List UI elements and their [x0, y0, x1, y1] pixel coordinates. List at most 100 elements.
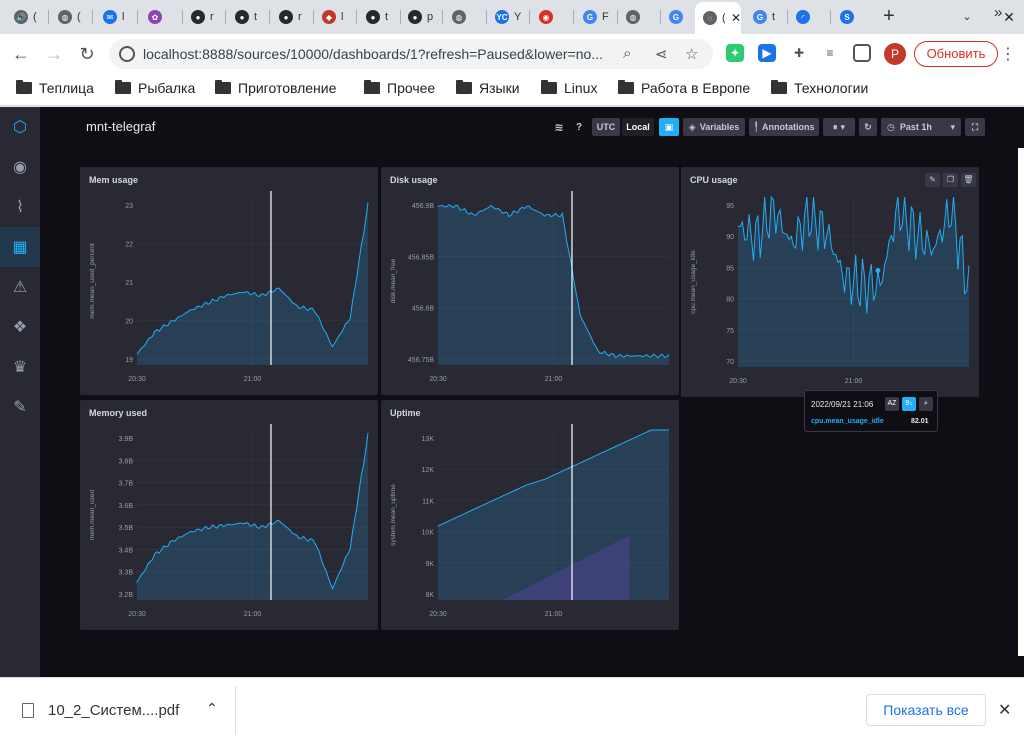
github-icon: ● — [279, 10, 293, 24]
cell-cpu-usage[interactable]: 95 90 85 80 75 70 20:30 21:00 cpu.mean_usage_idl… — [681, 167, 979, 397]
bookmark-folder[interactable]: Приготовление — [215, 80, 336, 96]
bookmark-folder[interactable]: Языки — [456, 80, 520, 96]
database-icon[interactable]: ≋ — [552, 118, 566, 136]
delete-icon[interactable]: 🗑 — [961, 173, 976, 187]
browser-tab[interactable]: ✉ l — [95, 4, 135, 30]
browser-tab[interactable]: ● r — [271, 4, 311, 30]
dashboard-header: mnt-telegraf ≋ ? UTC Local ▣ ◈ Variables … — [40, 107, 1024, 147]
add-cell-icon[interactable]: ▣ — [659, 118, 679, 136]
y-tick-label: 456.75B — [408, 357, 434, 364]
browser-tab[interactable]: ◉ — [531, 4, 571, 30]
alert-triangle-icon[interactable]: ⚠ — [0, 267, 40, 307]
annotations-button[interactable]: ╿ Annotations — [749, 118, 819, 136]
help-icon[interactable]: ? — [572, 118, 586, 136]
close-tab-icon[interactable]: ✕ — [731, 11, 741, 25]
browser-tab[interactable]: GF — [575, 4, 615, 30]
browser-tab[interactable]: ◆ l — [314, 4, 354, 30]
zoom-icon[interactable]: ⌕ — [623, 45, 631, 62]
address-bar[interactable]: localhost:8888/sources/10000/dashboards/… — [109, 39, 713, 69]
cubes-icon[interactable]: ❖ — [0, 307, 40, 347]
download-file-name[interactable]: 10_2_Систем....pdf — [48, 702, 179, 719]
edit-icon[interactable]: ✎ — [925, 173, 940, 187]
extensions-puzzle-icon[interactable]: ✚ — [790, 44, 808, 62]
y-tick-label: 10K — [422, 530, 435, 537]
share-icon[interactable]: ⋖ — [655, 45, 668, 63]
y-tick-label: 80 — [726, 297, 734, 304]
dashboard-name[interactable]: mnt-telegraf — [86, 119, 155, 134]
browser-tab[interactable]: ◌ (✕ — [695, 2, 741, 34]
update-button[interactable]: Обновить — [914, 41, 998, 67]
cell-memory-used[interactable]: 3.9B 3.8B 3.7B 3.6B 3.5B 3.4B 3.3B 3.2B 20:30 21:… — [80, 400, 378, 630]
reload-button[interactable]: ↻ — [74, 42, 100, 68]
new-tab-button[interactable]: + — [877, 5, 901, 29]
browser-tab[interactable]: YC Y — [487, 4, 527, 30]
refresh-icon[interactable]: ↻ — [859, 118, 877, 136]
bookmark-label: Языки — [479, 80, 520, 96]
extension-icon[interactable]: ✦ — [726, 44, 744, 62]
browser-tab[interactable]: ● t — [227, 4, 267, 30]
url-text[interactable]: localhost:8888/sources/10000/dashboards/… — [143, 46, 603, 62]
autorefresh-dropdown[interactable]: ⏸ ▾ — [823, 118, 855, 136]
bookmarks-overflow-icon[interactable]: » — [994, 4, 1002, 21]
cell-mem-usage[interactable]: 23 22 21 20 19 20:30 21:00 mem.mean_used_percen… — [80, 167, 378, 395]
meet-extension-icon[interactable]: ▶ — [758, 44, 776, 62]
bookmark-folder[interactable]: Технологии — [771, 80, 868, 96]
browser-tab[interactable]: ◍ — [444, 4, 484, 30]
side-panel-icon[interactable] — [853, 44, 871, 62]
show-all-downloads-button[interactable]: Показать все — [866, 694, 986, 726]
tab-search-button[interactable]: ⌄ — [956, 6, 978, 28]
tab-separator — [573, 10, 574, 24]
eye-icon[interactable]: ◉ — [0, 147, 40, 187]
browser-tab[interactable]: ● p — [400, 4, 440, 30]
bookmark-folder[interactable]: Теплица — [16, 80, 94, 96]
clone-icon[interactable]: ❐ — [943, 173, 958, 187]
cell-uptime[interactable]: 13K 12K 11K 10K 9K 8K 20:30 21:00 system.mean_up… — [381, 400, 679, 630]
sort-numeric-button[interactable]: 9↓ — [902, 397, 916, 411]
bookmark-folder[interactable]: Работа в Европе — [618, 80, 750, 96]
x-tick-label: 21:00 — [545, 376, 563, 383]
presentation-mode-icon[interactable]: ⛶ — [965, 118, 985, 136]
bookmark-star-icon[interactable]: ☆ — [685, 45, 698, 63]
bookmark-label: Технологии — [794, 80, 869, 96]
close-download-bar-icon[interactable]: ✕ — [998, 700, 1011, 720]
site-info-icon[interactable] — [119, 46, 135, 62]
browser-tab[interactable]: ● t — [358, 4, 398, 30]
y-tick-label: 3.5B — [119, 525, 134, 532]
page-scrollbar[interactable] — [1018, 148, 1024, 656]
time-range-dropdown[interactable]: ◷ Past 1h ▾ — [881, 118, 961, 136]
forward-button[interactable]: → — [41, 42, 67, 68]
chronograf-logo-icon[interactable]: ⬡ — [0, 107, 40, 147]
y-tick-label: 19 — [125, 357, 133, 364]
browser-tab[interactable]: S — [832, 4, 872, 30]
search-icon[interactable]: ⌕ — [919, 397, 933, 411]
y-axis-label: system.mean_uptime — [390, 484, 397, 546]
variables-button[interactable]: ◈ Variables — [683, 118, 745, 136]
browser-tab[interactable]: ✿ — [140, 4, 180, 30]
media-control-icon[interactable]: ≡ — [821, 44, 839, 62]
wrench-icon[interactable]: ✎ — [0, 387, 40, 427]
dashboards-icon[interactable]: ▦ — [0, 227, 40, 267]
tz-utc-toggle[interactable]: UTC — [592, 118, 620, 136]
sort-alpha-button[interactable]: AZ — [885, 397, 899, 411]
bookmark-folder[interactable]: Linux — [541, 80, 597, 96]
bookmark-folder[interactable]: Рыбалка — [115, 80, 195, 96]
bookmark-folder[interactable]: Прочее — [364, 80, 435, 96]
browser-toolbar: ← → ↻ localhost:8888/sources/10000/dashb… — [0, 34, 1024, 74]
graph-icon[interactable]: ⌇ — [0, 187, 40, 227]
crown-icon[interactable]: ♛ — [0, 347, 40, 387]
browser-tab[interactable]: 🔊( — [6, 4, 46, 30]
browser-tab[interactable]: ◍ — [618, 4, 658, 30]
profile-avatar[interactable]: P — [884, 43, 906, 65]
tooltip-series-value: 82.01 — [911, 418, 929, 425]
tz-local-toggle[interactable]: Local — [622, 118, 654, 136]
browser-tab[interactable]: ◍( — [50, 4, 90, 30]
browser-menu-icon[interactable]: ⋮ — [1000, 44, 1016, 64]
browser-tab[interactable]: ● r — [183, 4, 223, 30]
x-tick-label: 21:00 — [244, 376, 262, 383]
browser-tab[interactable]: Gt — [745, 4, 785, 30]
back-button[interactable]: ← — [8, 42, 34, 68]
cell-disk-usage[interactable]: 456.9B 456.85B 456.8B 456.75B 20:30 21:00 disk… — [381, 167, 679, 395]
hover-point — [875, 267, 881, 273]
chevron-up-icon[interactable]: ⌃ — [206, 700, 218, 717]
browser-tab[interactable]: ◜ — [788, 4, 828, 30]
